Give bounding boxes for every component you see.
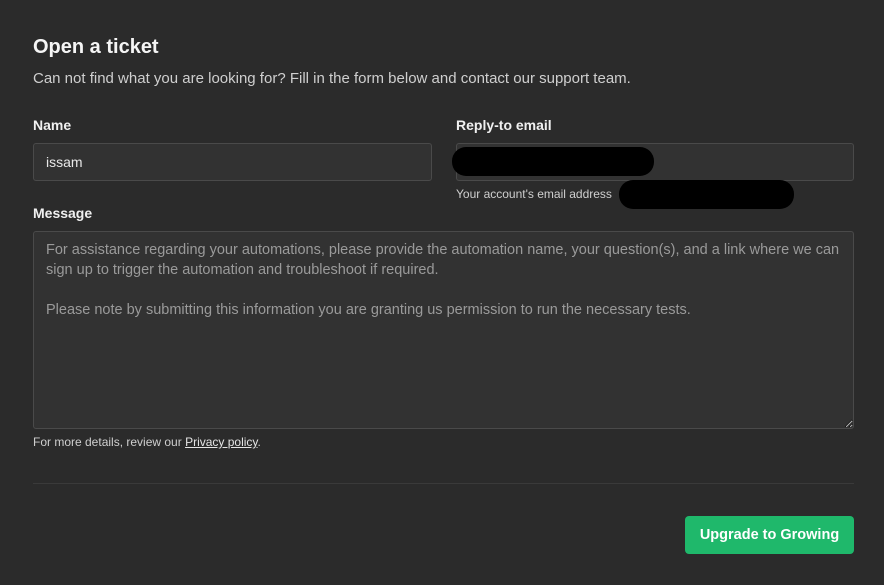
redaction-mark [452,147,654,176]
upgrade-button[interactable]: Upgrade to Growing [685,516,854,554]
privacy-suffix: . [257,435,261,449]
email-label: Reply-to email [456,117,552,133]
page-title: Open a ticket [33,36,159,58]
message-label: Message [33,205,93,221]
footer-divider [33,483,854,484]
open-ticket-form: Open a ticket Can not find what you are … [0,0,884,585]
email-hint: Your account's email address [456,187,612,201]
name-input[interactable] [33,143,432,181]
privacy-prefix: For more details, review our [33,435,186,449]
message-textarea[interactable] [33,231,854,429]
privacy-note: For more details, review our Privacy pol… [33,435,261,449]
privacy-policy-link[interactable]: Privacy policy [185,435,257,449]
page-subtitle: Can not find what you are looking for? F… [33,70,631,87]
redaction-mark [619,180,794,209]
name-label: Name [33,117,72,133]
